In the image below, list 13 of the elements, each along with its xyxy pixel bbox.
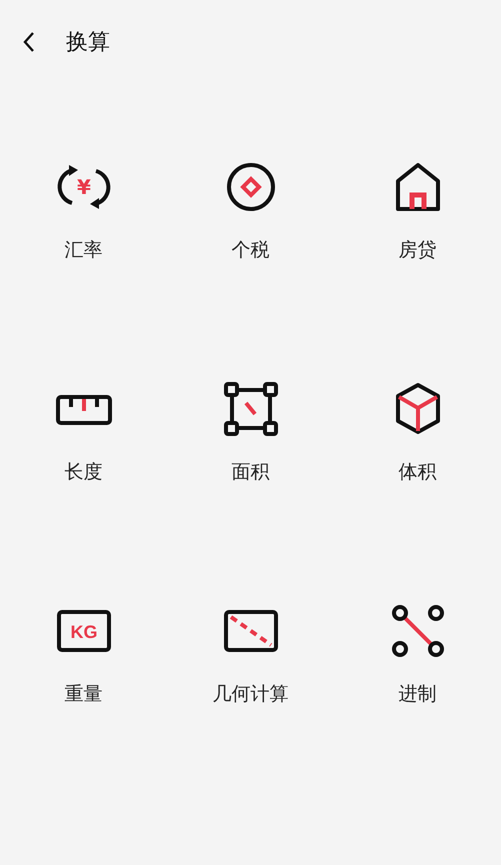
tool-label[interactable]: 汇率 xyxy=(64,237,102,263)
page-title: 换算 xyxy=(66,29,110,57)
tool-label[interactable]: 进制 xyxy=(398,681,436,707)
tool-label[interactable]: 个税 xyxy=(232,237,270,263)
tool-label[interactable]: 重量 xyxy=(64,681,102,707)
back-icon[interactable] xyxy=(22,30,36,54)
tool-label[interactable]: 长度 xyxy=(64,459,102,485)
square-frame-icon[interactable] xyxy=(222,381,278,437)
tool-label[interactable]: 房贷 xyxy=(398,237,436,263)
tool-label[interactable]: 体积 xyxy=(398,459,436,485)
four-dots-icon[interactable] xyxy=(390,603,446,659)
tool-label[interactable]: 几何计算 xyxy=(212,681,288,707)
tool-label[interactable]: 面积 xyxy=(232,459,270,485)
